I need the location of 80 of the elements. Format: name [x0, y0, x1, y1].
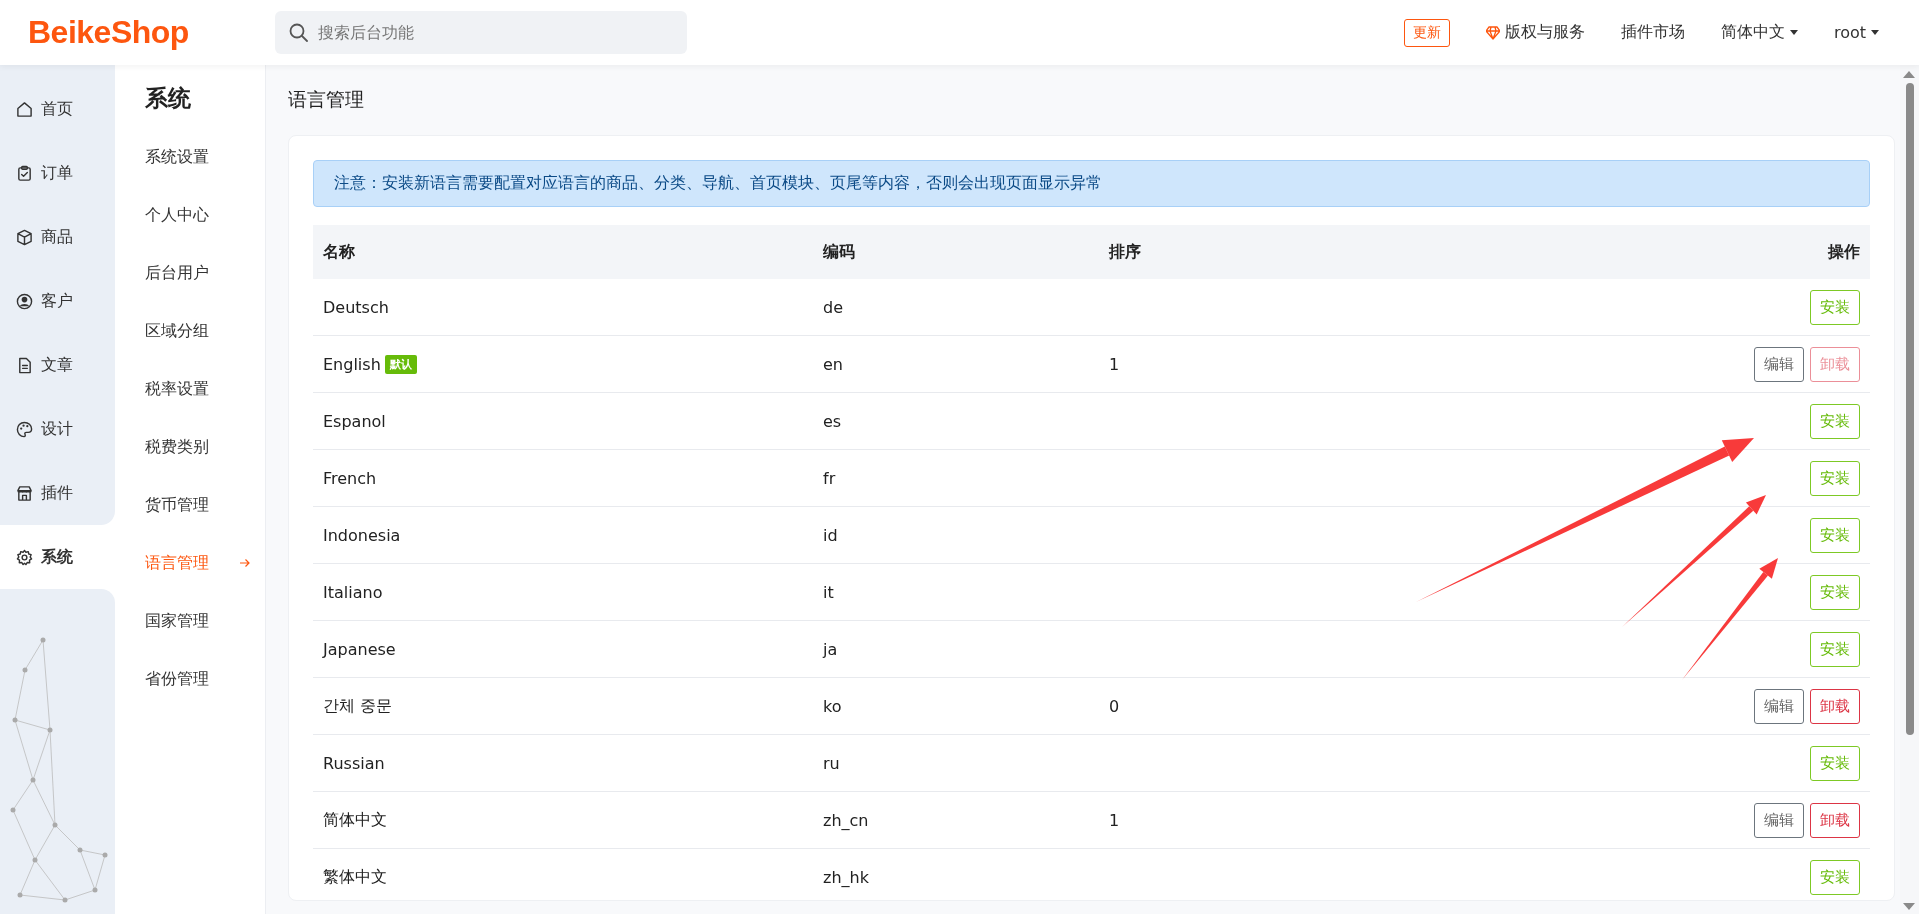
table-cell: ja — [823, 639, 838, 659]
nav-label: 订单 — [41, 162, 73, 184]
nav-item[interactable]: 文章 — [0, 333, 115, 397]
column-header: 名称 — [323, 241, 356, 263]
table-cell: 간체 중문 — [323, 695, 393, 717]
submenu-item[interactable]: 税费类别 — [115, 418, 265, 476]
uninstall-button[interactable]: 卸载 — [1810, 802, 1860, 838]
table-cell: 0 — [1109, 696, 1120, 716]
submenu-item[interactable]: 国家管理 — [115, 592, 265, 650]
search-icon — [289, 23, 308, 42]
notice-alert: 注意：安装新语言需要配置对应语言的商品、分类、导航、首页模块、页尾等内容，否则会出现页面显示异常 — [313, 160, 1870, 207]
home-icon — [16, 100, 33, 118]
column-header: 操作 — [1826, 241, 1860, 263]
header-link[interactable]: 版权与服务 — [1485, 22, 1585, 43]
nav-label: 客户 — [41, 290, 73, 312]
arrow-right-icon — [239, 558, 250, 568]
nav-item[interactable]: 订单 — [0, 141, 115, 205]
nav-item[interactable]: 商品 — [0, 205, 115, 269]
dropdown-menu[interactable]: root — [1833, 23, 1879, 42]
caret-icon — [1789, 30, 1798, 35]
submenu-item[interactable]: 个人中心 — [115, 186, 265, 244]
table-cell: 繁体中文 — [323, 866, 387, 888]
default-badge: 默认 — [384, 354, 417, 374]
nav-item[interactable]: 插件 — [0, 461, 115, 525]
palette-icon — [16, 420, 33, 438]
box-icon — [16, 228, 33, 246]
clipboard-icon — [16, 164, 33, 182]
edit-button[interactable]: 编辑 — [1754, 346, 1804, 382]
nav-item[interactable]: 设计 — [0, 397, 115, 461]
nav-item[interactable]: 客户 — [0, 269, 115, 333]
table-cell: it — [823, 582, 834, 602]
nav-label: 系统 — [41, 546, 73, 568]
nav-label: 插件 — [41, 482, 73, 504]
submenu-item[interactable]: 系统设置 — [115, 128, 265, 186]
table-cell: zh_hk — [823, 867, 869, 887]
dropdown-menu[interactable]: 简体中文 — [1720, 22, 1798, 43]
nav-label: 商品 — [41, 226, 73, 248]
submenu-item[interactable]: 省份管理 — [115, 650, 265, 708]
table-cell: Japanese — [323, 639, 396, 659]
submenu-item[interactable]: 区域分组 — [115, 302, 265, 360]
page-title: 语言管理 — [288, 87, 365, 112]
header-link[interactable]: 插件市场 — [1620, 22, 1685, 43]
nav-label: 首页 — [41, 98, 73, 120]
search-field[interactable]: 搜索后台功能 — [275, 11, 687, 54]
column-header: 排序 — [1109, 241, 1142, 263]
table-cell: ru — [823, 753, 840, 773]
edit-button[interactable]: 编辑 — [1754, 802, 1804, 838]
submenu-title: 系统 — [144, 84, 192, 113]
submenu-item[interactable]: 税率设置 — [115, 360, 265, 418]
caret-icon — [1871, 30, 1879, 35]
submenu-item[interactable]: 后台用户 — [115, 244, 265, 302]
table-cell: Indonesia — [323, 525, 401, 545]
diamond-icon — [1485, 25, 1500, 40]
table-cell: Espanol — [323, 411, 386, 431]
nav-label: 文章 — [41, 354, 73, 376]
shop-icon — [16, 484, 33, 502]
edit-button[interactable]: 编辑 — [1754, 688, 1804, 724]
column-header: 编码 — [823, 241, 856, 263]
user-icon — [16, 292, 33, 310]
table-cell: 1 — [1109, 810, 1120, 830]
submenu-item[interactable]: 货币管理 — [115, 476, 265, 534]
table-cell: French — [323, 468, 377, 488]
table-cell: 简体中文 — [323, 809, 387, 831]
table-cell: de — [823, 297, 843, 317]
table-cell: es — [823, 411, 842, 431]
table-cell: zh_cn — [823, 810, 869, 830]
table-cell: Russian — [323, 753, 385, 773]
table-cell: id — [823, 525, 838, 545]
document-icon — [16, 356, 33, 374]
nav-item[interactable]: 首页 — [0, 77, 115, 141]
table-cell: en — [823, 354, 843, 374]
table-cell: fr — [823, 468, 836, 488]
table-cell: Italiano — [323, 582, 383, 602]
nav-label: 设计 — [41, 418, 73, 440]
table-cell: Deutsch — [323, 297, 389, 317]
table-cell: 1 — [1109, 354, 1120, 374]
uninstall-button[interactable]: 卸载 — [1810, 688, 1860, 724]
table-cell: English — [323, 354, 381, 374]
table-cell: ko — [823, 696, 842, 716]
settings-icon — [16, 548, 33, 566]
